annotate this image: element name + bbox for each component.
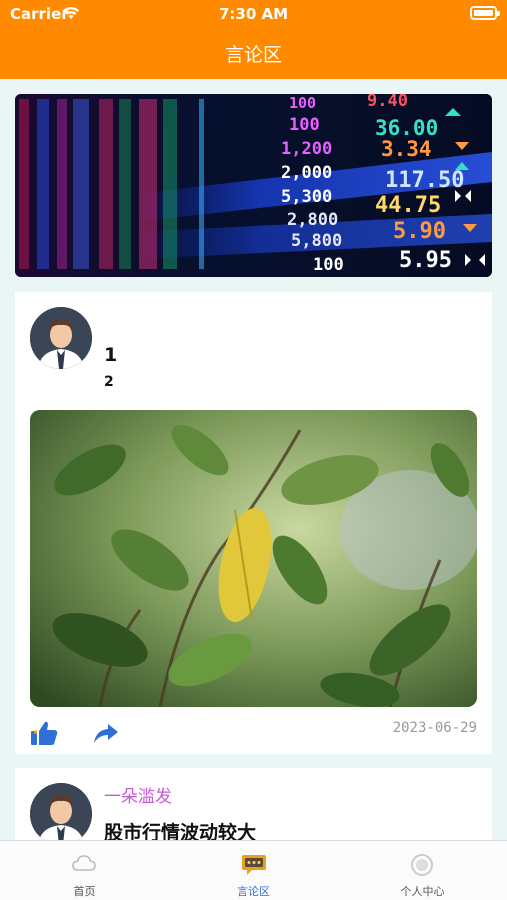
svg-text:5,800: 5,800 — [291, 231, 342, 251]
avatar[interactable] — [30, 307, 92, 369]
tab-bar: 首页 言论区 个人中心 — [0, 840, 507, 900]
person-avatar-icon — [30, 307, 92, 369]
stock-ticker-board: 100 9.40 100 36.00 1,200 3.34 2,000 117.… — [15, 94, 492, 277]
tab-profile-label: 个人中心 — [400, 885, 445, 898]
svg-text:100: 100 — [289, 115, 320, 135]
leaves-photo — [30, 410, 477, 707]
status-bar: Carrier 7:30 AM — [0, 0, 507, 28]
post-content: 2 — [104, 374, 114, 390]
svg-text:2,800: 2,800 — [287, 210, 338, 230]
svg-text:9.40: 9.40 — [367, 94, 408, 111]
cloud-icon — [72, 855, 96, 871]
person-avatar-icon — [30, 783, 92, 845]
share-arrow-icon[interactable] — [93, 722, 119, 744]
tab-forum-label: 言论区 — [237, 885, 270, 898]
svg-text:3.34: 3.34 — [381, 137, 432, 161]
tab-home[interactable]: 首页 — [0, 841, 169, 900]
tab-home-label: 首页 — [73, 885, 96, 898]
user-circle-icon — [411, 854, 433, 876]
avatar[interactable] — [30, 783, 92, 845]
svg-text:5.90: 5.90 — [393, 219, 446, 244]
screen: Carrier 7:30 AM 言论区 100 9.40 100 36.00 1… — [0, 0, 507, 900]
svg-text:1,200: 1,200 — [281, 139, 332, 159]
post-card[interactable]: 1 2 2023-06-29 — [15, 292, 492, 754]
svg-text:2,000: 2,000 — [281, 163, 332, 183]
svg-text:100: 100 — [313, 255, 344, 275]
svg-text:100: 100 — [289, 94, 316, 112]
post-title: 1 — [104, 344, 118, 366]
svg-text:117.50: 117.50 — [385, 168, 464, 193]
thumbs-up-icon[interactable] — [30, 720, 58, 746]
clock: 7:30 AM — [218, 5, 289, 23]
tab-profile[interactable]: 个人中心 — [338, 841, 507, 900]
post-image[interactable] — [30, 410, 477, 707]
post-date: 2023-06-29 — [392, 720, 477, 736]
banner-image[interactable]: 100 9.40 100 36.00 1,200 3.34 2,000 117.… — [15, 94, 492, 277]
svg-text:5,300: 5,300 — [281, 187, 332, 207]
svg-text:5.95: 5.95 — [399, 248, 452, 273]
page-title: 言论区 — [224, 44, 282, 66]
tab-forum[interactable]: 言论区 — [169, 841, 338, 900]
svg-text:44.75: 44.75 — [375, 193, 441, 218]
chat-icon — [242, 855, 266, 875]
battery-icon — [470, 6, 500, 20]
header: Carrier 7:30 AM 言论区 — [0, 0, 507, 79]
post-author[interactable]: 一朵滥发 — [104, 782, 172, 807]
